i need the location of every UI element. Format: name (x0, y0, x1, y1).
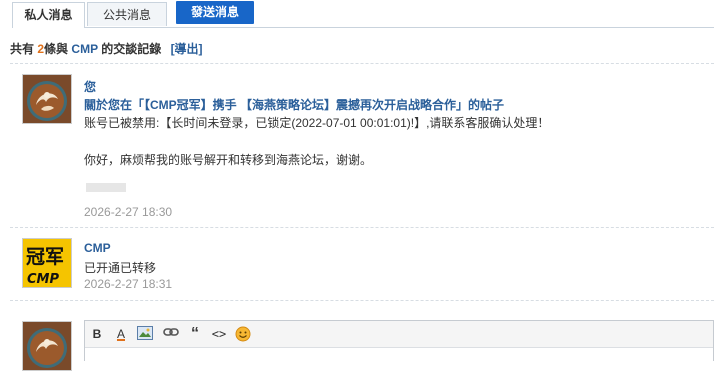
divider (10, 300, 714, 301)
link-glyph (163, 328, 179, 336)
smiley-glyph (235, 326, 251, 342)
message-line: 你好，麻烦帮我的账号解开和转移到海燕论坛，谢谢。 (84, 153, 373, 167)
smiley-icon[interactable] (235, 326, 251, 342)
send-message-button[interactable]: 發送消息 (176, 1, 254, 24)
sender-name[interactable]: CMP (84, 241, 111, 255)
message-timestamp: 2026-2-27 18:30 (84, 205, 173, 219)
font-color-icon[interactable]: A (113, 326, 129, 342)
message-tabs: 私人消息 公共消息 發送消息 (12, 0, 714, 28)
export-link[interactable]: [導出] (171, 42, 203, 56)
tab-private-messages[interactable]: 私人消息 (12, 2, 85, 28)
latte-art-avatar[interactable] (22, 321, 72, 371)
quote-icon[interactable]: “ (187, 326, 203, 342)
message-line: 账号已被禁用:【长时间未登录，已锁定(2022-07-01 00:01:01)!… (84, 116, 550, 130)
avatar-logo-top-text: 冠军 (26, 246, 64, 268)
conversation-summary: 共有 2條與 CMP 的交談記錄 [導出] (10, 40, 203, 57)
latte-art-icon (23, 322, 71, 370)
latte-art-avatar[interactable] (22, 74, 72, 124)
editor-toolbar: B A “ <> (85, 321, 713, 348)
link-icon[interactable] (163, 326, 179, 342)
conversation-partner: CMP (71, 42, 98, 56)
summary-middle: 條與 (44, 42, 69, 56)
avatar-logo-bottom-text: CMP (27, 272, 59, 287)
message-subject-link[interactable]: 關於您在「【CMP冠军】携手 【海燕策略论坛】震撼再次开启战略合作」的帖子 (84, 96, 504, 113)
sender-name[interactable]: 您 (84, 78, 96, 95)
image-glyph (137, 326, 153, 340)
reply-editor[interactable]: B A “ <> (84, 320, 714, 361)
divider (10, 63, 714, 64)
summary-prefix: 共有 (10, 42, 35, 56)
cmp-logo-avatar[interactable]: 冠军 CMP (22, 238, 72, 288)
code-icon[interactable]: <> (211, 326, 227, 342)
tab-public-messages[interactable]: 公共消息 (87, 2, 167, 26)
cmp-logo-icon: 冠军 CMP (23, 239, 71, 287)
bold-icon[interactable]: B (89, 326, 105, 342)
message-line: 已开通已转移 (84, 261, 157, 275)
latte-art-icon (23, 75, 71, 123)
image-icon[interactable] (137, 326, 153, 342)
redacted-text (86, 183, 126, 192)
divider (10, 227, 714, 228)
font-color-glyph: A (116, 327, 125, 341)
summary-suffix: 的交談記錄 (101, 42, 162, 56)
message-timestamp: 2026-2-27 18:31 (84, 277, 173, 291)
